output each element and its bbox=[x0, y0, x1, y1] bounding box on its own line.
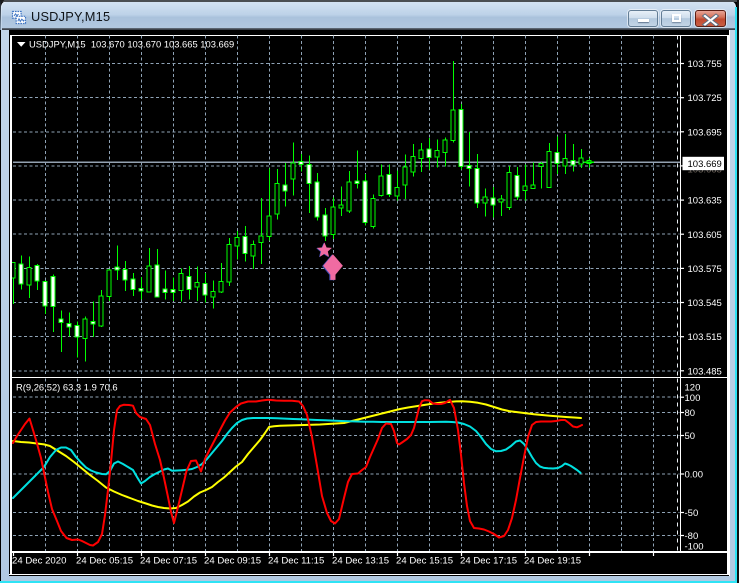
svg-text:24 Dec 15:15: 24 Dec 15:15 bbox=[396, 556, 453, 567]
svg-text:100: 100 bbox=[685, 393, 701, 404]
svg-text:24 Dec 13:15: 24 Dec 13:15 bbox=[332, 556, 389, 567]
svg-text:24 Dec 2020: 24 Dec 2020 bbox=[12, 556, 66, 567]
svg-text:103.725: 103.725 bbox=[688, 93, 722, 104]
svg-text:103.515: 103.515 bbox=[688, 332, 722, 343]
svg-text:80: 80 bbox=[685, 408, 696, 419]
svg-text:103.545: 103.545 bbox=[688, 298, 722, 309]
svg-text:24 Dec 17:15: 24 Dec 17:15 bbox=[460, 556, 517, 567]
svg-text:24 Dec 09:15: 24 Dec 09:15 bbox=[204, 556, 261, 567]
svg-text:103.575: 103.575 bbox=[688, 264, 722, 275]
svg-text:USDJPY,M15 103.670 103.670 10: USDJPY,M15 103.670 103.670 103.665 103.6… bbox=[29, 39, 234, 50]
svg-text:-50: -50 bbox=[685, 508, 699, 519]
svg-text:24 Dec 07:15: 24 Dec 07:15 bbox=[140, 556, 197, 567]
svg-text:0.00: 0.00 bbox=[685, 470, 704, 481]
svg-text:24 Dec 19:15: 24 Dec 19:15 bbox=[524, 556, 581, 567]
svg-text:-100: -100 bbox=[685, 541, 704, 552]
svg-text:103.485: 103.485 bbox=[688, 366, 722, 377]
svg-text:103.755: 103.755 bbox=[688, 59, 722, 70]
svg-text:103.695: 103.695 bbox=[688, 127, 722, 138]
svg-text:103.669: 103.669 bbox=[688, 159, 722, 170]
svg-text:24 Dec 11:15: 24 Dec 11:15 bbox=[268, 556, 324, 567]
svg-text:103.605: 103.605 bbox=[688, 230, 722, 241]
svg-text:103.635: 103.635 bbox=[688, 196, 722, 207]
svg-text:24 Dec 05:15: 24 Dec 05:15 bbox=[76, 556, 133, 567]
svg-text:50: 50 bbox=[685, 431, 696, 442]
svg-text:R(9,26,52) 63.3 1.9 70.6: R(9,26,52) 63.3 1.9 70.6 bbox=[16, 382, 118, 393]
